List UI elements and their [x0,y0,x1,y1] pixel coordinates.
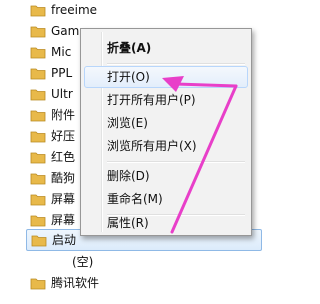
folder-label: PPL [51,66,73,80]
menu-item-explore-all-users[interactable]: 浏览所有用户(X) [84,135,248,157]
context-menu: 折叠(A) 打开(O) 打开所有用户(P) 浏览(E) 浏览所有用户(X) 删除… [80,28,252,236]
folder-icon [30,89,46,101]
menu-separator [107,161,245,163]
folder-label: 红色 [51,150,76,164]
folder-mic[interactable]: Mic [30,41,71,63]
folder-label: 酷狗 [51,171,76,185]
folder-red[interactable]: 红色 [30,146,75,168]
folder-label: 屏幕 [51,213,76,227]
menu-item-properties[interactable]: 属性(R) [84,212,248,234]
folder-label: 腾讯软件 [51,276,100,290]
folder-icon [30,131,46,143]
folder-icon [30,278,46,290]
folder-label: 启动 [52,233,77,247]
folder-screen-2[interactable]: 屏幕 [30,209,75,231]
folder-haozip[interactable]: 好压 [30,125,75,147]
folder-icon [30,194,46,206]
folder-icon [30,47,46,59]
folder-icon [30,110,46,122]
folder-freeime[interactable]: freeime [30,0,97,21]
folder-accessories[interactable]: 附件 [30,104,75,126]
folder-icon [30,173,46,185]
folder-label: 屏幕 [51,192,76,206]
menu-item-delete[interactable]: 删除(D) [84,165,248,187]
menu-item-open[interactable]: 打开(O) [84,66,248,88]
folder-label: 好压 [51,129,76,143]
folder-ppl[interactable]: PPL [30,62,72,84]
menu-item-rename[interactable]: 重命名(M) [84,188,248,210]
folder-kugou[interactable]: 酷狗 [30,167,75,189]
empty-placeholder: (空) [72,255,94,269]
folder-ultr[interactable]: Ultr [30,83,73,105]
menu-item-collapse[interactable]: 折叠(A) [84,37,248,59]
folder-label: Ultr [51,87,73,101]
folder-icon [30,26,46,38]
menu-item-open-all-users[interactable]: 打开所有用户(P) [84,89,248,111]
folder-icon [31,235,47,247]
folder-icon [30,215,46,227]
folder-label: Mic [51,45,72,59]
folder-screen-1[interactable]: 屏幕 [30,188,75,210]
folder-tencent-software[interactable]: 腾讯软件 [30,272,99,294]
folder-label: 附件 [51,108,76,122]
folder-icon [30,152,46,164]
folder-icon [30,68,46,80]
folder-icon [30,5,46,17]
menu-separator [107,63,245,65]
folder-label: freeime [51,3,98,17]
menu-item-explore[interactable]: 浏览(E) [84,112,248,134]
